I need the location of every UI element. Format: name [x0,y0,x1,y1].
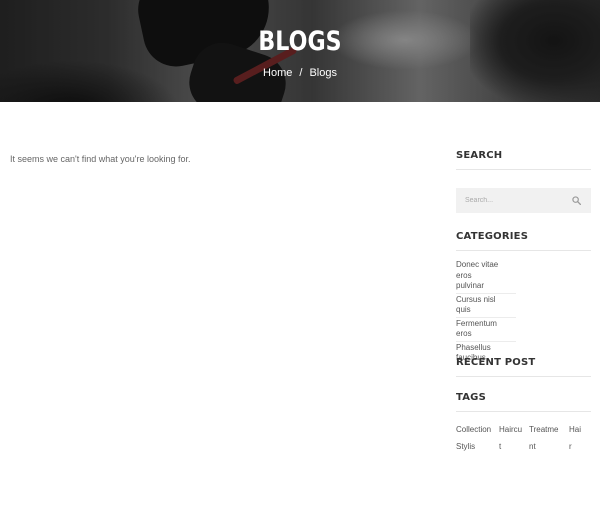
search-widget-title: SEARCH [456,150,591,170]
category-item-label: Fermentum [456,318,497,328]
tag-link-cont[interactable]: nt [529,438,536,455]
tag-link[interactable]: Treatme [529,421,559,438]
categories-widget-title: CATEGORIES [456,231,591,251]
breadcrumb-current: Blogs [309,67,337,79]
page-title: BLOGS [258,26,342,57]
search-form [456,188,591,213]
category-item-label: Donec vitae eros [456,260,499,280]
recent-post-widget-title: RECENT POST [456,357,591,377]
tag-link[interactable]: Collection [456,421,491,438]
category-item-label-cont: quis [456,305,471,314]
tag-link[interactable]: Haircu [499,421,522,438]
category-item[interactable]: Donec vitae eros pulvinar [456,260,516,294]
category-item-label: Cursus nisl [456,294,496,304]
search-icon[interactable] [572,196,581,205]
tags-widget-title: TAGS [456,392,591,412]
search-input[interactable] [456,188,566,213]
breadcrumb: Home / Blogs [0,67,600,79]
page-hero-banner: BLOGS Home / Blogs [0,0,600,102]
search-widget: SEARCH [456,150,591,170]
category-item-label-cont: pulvinar [456,281,485,290]
recent-post-widget: RECENT POST [456,357,591,377]
no-results-message: It seems we can't find what you're looki… [10,154,191,164]
categories-widget: CATEGORIES Donec vitae eros pulvinar Cur… [456,231,591,366]
category-item[interactable]: Cursus nisl quis [456,295,516,318]
category-item[interactable]: Fermentum eros [456,319,516,342]
category-item-label-cont: eros [456,329,472,338]
tag-link[interactable]: Stylis [456,438,475,455]
tag-link-cont[interactable]: t [499,438,501,455]
category-item-label: Phasellus [456,342,491,352]
breadcrumb-home-link[interactable]: Home [263,67,292,79]
tag-link[interactable]: Hai [569,421,581,438]
breadcrumb-separator: / [299,67,303,79]
tag-link-cont[interactable]: r [569,438,572,455]
category-list: Donec vitae eros pulvinar Cursus nisl qu… [456,260,591,365]
tags-widget: TAGS Collection Stylis Haircu t Treatme … [456,392,591,452]
tag-cloud: Collection Stylis Haircu t Treatme nt Ha… [456,412,591,452]
